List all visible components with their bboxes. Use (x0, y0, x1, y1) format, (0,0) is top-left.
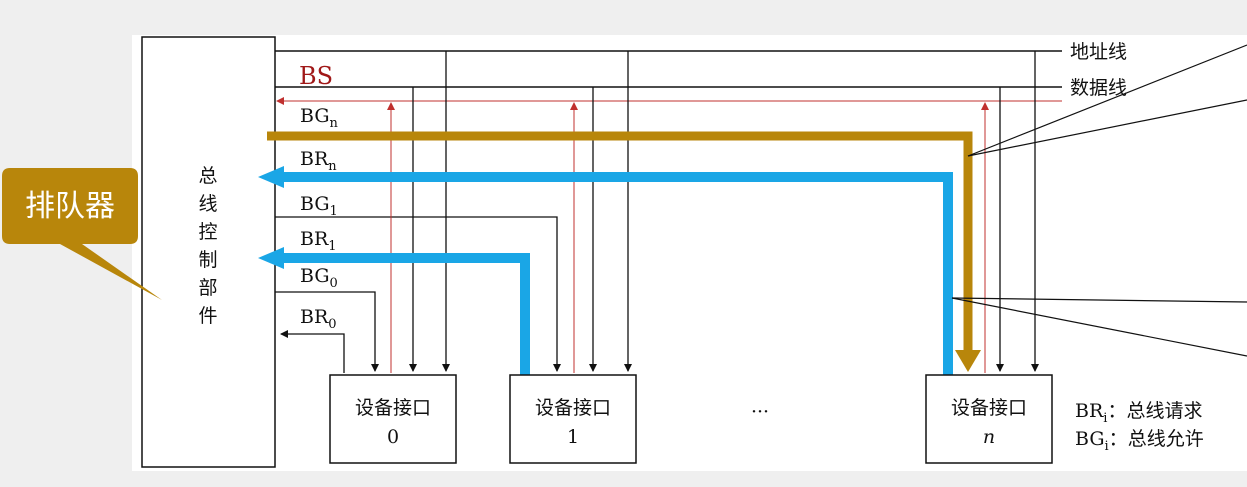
br0-wire (280, 330, 345, 373)
bg0-label: BG0 (300, 265, 338, 291)
ellipsis: ··· (751, 401, 769, 423)
controller-char-6: 件 (198, 305, 217, 327)
brn-thick-path (282, 172, 953, 375)
pointer-line-2 (967, 99, 1247, 157)
bgn-thick-path (267, 131, 973, 352)
brn-arrowhead (258, 166, 284, 188)
bgn-label: BGn (300, 105, 339, 131)
pointer-line-3 (951, 297, 1247, 303)
bus-diagram: 总 线 控 制 部 件 地址线 数据线 BS BGn BRn BG1 BR1 B… (2, 36, 1247, 468)
callout-text: 排队器 (25, 189, 115, 224)
bg1-label: BG1 (300, 193, 338, 219)
controller-char-4: 制 (198, 249, 217, 271)
br1-label: BR1 (300, 228, 337, 254)
pointer-line-4 (951, 297, 1247, 357)
device-box-0 (329, 374, 457, 464)
address-line-label: 地址线 (1070, 41, 1127, 63)
device-box-n (925, 374, 1053, 464)
legend-bg: BGi：总线允许 (1075, 428, 1204, 454)
bg0-wire (275, 291, 379, 372)
legend-br: BRi：总线请求 (1075, 400, 1202, 426)
br0-label: BR0 (300, 306, 337, 332)
device-n-index: n (983, 426, 995, 448)
device-0-title: 设备接口 (355, 397, 431, 419)
controller-char-2: 线 (198, 193, 217, 215)
callout-bubble: 排队器 (2, 168, 162, 300)
slide: 总 线 控 制 部 件 地址线 数据线 BS BGn BRn BG1 BR1 B… (0, 0, 1247, 487)
device-0-index: 0 (387, 426, 399, 448)
bs-label: BS (299, 62, 333, 90)
device-1-title: 设备接口 (535, 397, 611, 419)
bgn-arrowhead (955, 350, 981, 372)
controller-char-3: 控 (198, 221, 217, 243)
br1-arrowhead (258, 247, 284, 269)
device-1-index: 1 (567, 426, 579, 448)
brn-label: BRn (300, 148, 337, 174)
device-n-title: 设备接口 (951, 397, 1027, 419)
controller-char-1: 总 (198, 165, 217, 187)
controller-char-5: 部 (198, 277, 217, 299)
device-box-1 (509, 374, 637, 464)
